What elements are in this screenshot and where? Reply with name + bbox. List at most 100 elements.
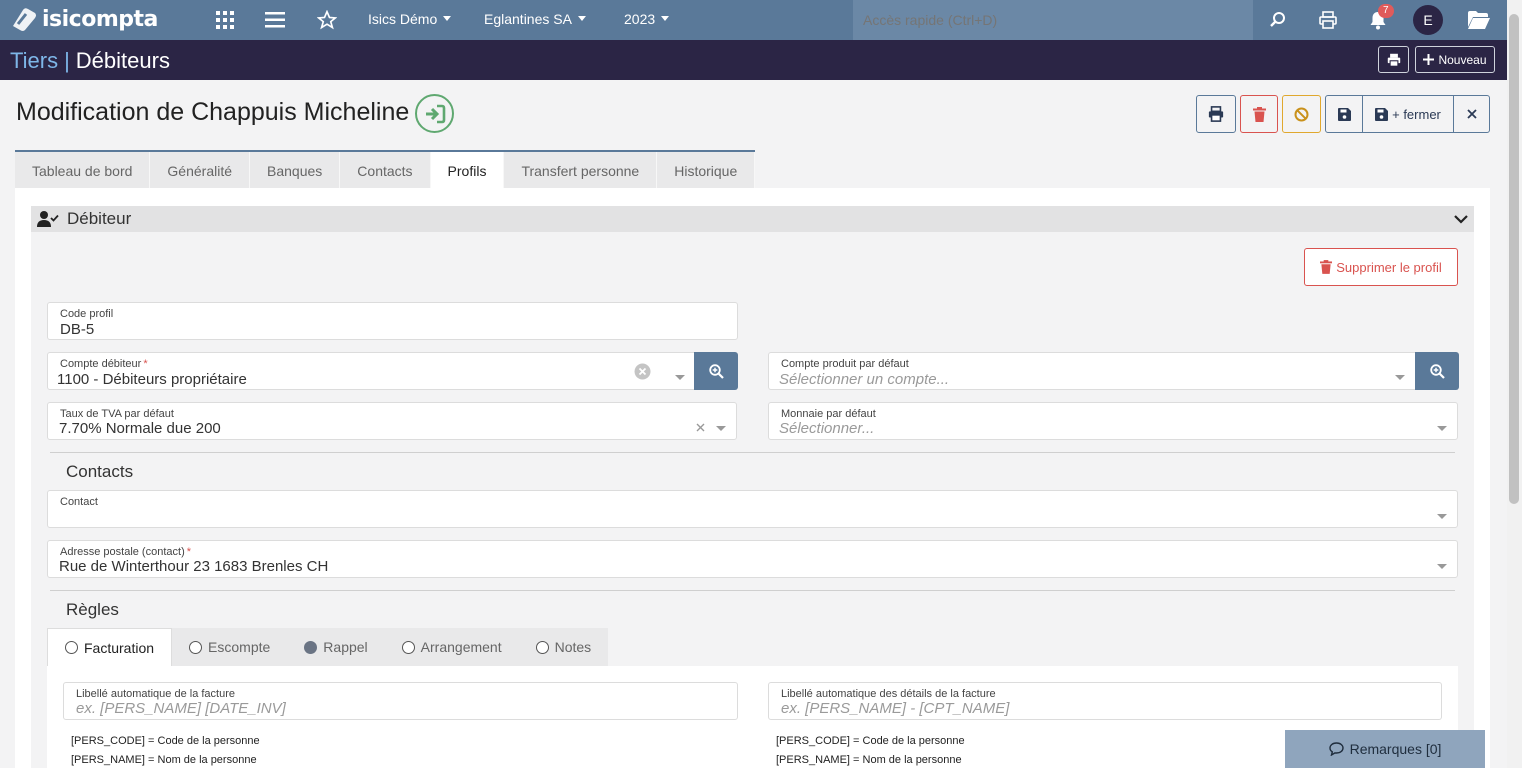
tab-generalite[interactable]: Généralité <box>150 152 251 190</box>
compte-debiteur-select[interactable]: Compte débiteur * 1100 - Débiteurs propri… <box>47 352 695 390</box>
monnaie-placeholder: Sélectionner... <box>779 420 875 437</box>
tab-banques[interactable]: Banques <box>250 152 341 190</box>
libelle-facture-input[interactable]: Libellé automatique de la facture ex. [P… <box>63 682 738 720</box>
tab-profils[interactable]: Profils <box>430 152 505 190</box>
app-logo[interactable]: isicompta <box>10 6 158 32</box>
user-avatar[interactable]: E <box>1413 5 1443 35</box>
radio-icon <box>535 640 549 654</box>
compte-produit-select[interactable]: Compte produit par défaut Sélectionner u… <box>768 352 1416 390</box>
taux-tva-label: Taux de TVA par défaut <box>60 408 174 420</box>
libelle-details-placeholder: ex. [PERS_NAME] - [CPT_NAME] <box>781 700 1010 717</box>
chevron-down-icon[interactable] <box>1454 214 1468 224</box>
monnaie-label: Monnaie par défaut <box>781 408 876 420</box>
company-dropdown[interactable]: Isics Démo <box>368 11 452 27</box>
help-line: [PERS_CODE] = Code de la personne <box>71 735 260 747</box>
help-line: [PERS_NAME] = Nom de la personne <box>776 754 962 766</box>
year-dropdown[interactable]: 2023 <box>624 11 670 27</box>
contact-label: Contact <box>60 496 98 508</box>
compte-produit-placeholder: Sélectionner un compte... <box>779 371 950 388</box>
delete-record-button[interactable] <box>1240 95 1278 133</box>
libelle-facture-placeholder: ex. [PERS_NAME] [DATE_INV] <box>76 700 286 717</box>
compte-debiteur-label-text: Compte débiteur <box>60 358 142 370</box>
radio-icon <box>401 640 415 654</box>
caret-down-icon <box>443 15 452 21</box>
adresse-postale-value: Rue de Winterthour 23 1683 Brenles CH <box>59 558 329 575</box>
dropdown-arrow-icon <box>1437 426 1447 431</box>
save-button[interactable] <box>1325 95 1363 133</box>
tab-arrangement[interactable]: Arrangement <box>384 628 519 666</box>
delete-profile-button[interactable]: Supprimer le profil <box>1304 248 1458 286</box>
compte-produit-search-button[interactable] <box>1415 352 1459 390</box>
remarks-button[interactable]: Remarques [0] <box>1285 730 1485 768</box>
zoom-in-icon <box>1429 363 1445 379</box>
floppy-disk-icon <box>1337 107 1351 121</box>
tab-tableau-de-bord[interactable]: Tableau de bord <box>15 152 151 190</box>
libelle-details-input[interactable]: Libellé automatique des détails de la fa… <box>768 682 1442 720</box>
breadcrumb-parent[interactable]: Tiers <box>10 48 58 73</box>
radio-icon <box>65 641 78 654</box>
dropdown-arrow-icon <box>1437 564 1447 569</box>
print-icon <box>1387 53 1401 67</box>
plus-icon <box>1423 54 1435 65</box>
clear-circle-icon[interactable] <box>634 363 651 380</box>
year-dropdown-label: 2023 <box>624 11 656 27</box>
regles-heading: Règles <box>66 600 119 619</box>
delete-profile-label: Supprimer le profil <box>1336 259 1442 275</box>
print-icon <box>1208 106 1224 122</box>
save-close-button[interactable]: + fermer <box>1362 95 1454 133</box>
logo-mark-icon <box>10 6 38 32</box>
print-record-button[interactable] <box>1196 95 1236 133</box>
print-list-button[interactable] <box>1378 46 1409 73</box>
trash-icon <box>1252 106 1266 122</box>
apps-grid-icon[interactable] <box>212 8 238 32</box>
tab-transfert-personne[interactable]: Transfert personne <box>504 152 658 190</box>
monnaie-select[interactable]: Monnaie par défaut Sélectionner... <box>768 402 1458 440</box>
entity-dropdown[interactable]: Eglantines SA <box>484 11 586 27</box>
entity-dropdown-label: Eglantines SA <box>484 11 572 27</box>
folder-open-icon[interactable] <box>1466 8 1492 32</box>
tab-escompte[interactable]: Escompte <box>172 628 288 666</box>
tab-contacts[interactable]: Contacts <box>340 152 431 190</box>
trash-icon <box>1320 260 1333 274</box>
tab-rappel-label: Rappel <box>323 639 368 655</box>
code-profil-value: DB-5 <box>60 321 95 338</box>
caret-down-icon <box>661 15 670 21</box>
new-button[interactable]: Nouveau <box>1415 46 1495 73</box>
go-to-record-button[interactable] <box>415 94 454 133</box>
quick-access-input[interactable] <box>853 0 1253 40</box>
record-tabs: Tableau de bord Généralité Banques Conta… <box>15 150 756 190</box>
debiteur-section-header[interactable]: Débiteur <box>31 206 1474 232</box>
compte-debiteur-search-button[interactable] <box>694 352 738 390</box>
required-marker: * <box>186 546 192 558</box>
logo-text: isicompta <box>42 6 158 32</box>
taux-tva-value: 7.70% Normale due 200 <box>59 420 221 437</box>
search-icon[interactable] <box>1265 8 1291 32</box>
tab-rappel[interactable]: Rappel <box>287 628 385 666</box>
libelle-details-label: Libellé automatique des détails de la fa… <box>781 688 996 700</box>
tab-arrangement-label: Arrangement <box>420 639 502 655</box>
compte-debiteur-label: Compte débiteur * <box>60 358 148 370</box>
breadcrumb: Tiers | Débiteurs <box>10 48 170 74</box>
divider <box>50 452 1455 453</box>
contact-select[interactable]: Contact <box>47 490 1458 528</box>
print-icon[interactable] <box>1315 8 1341 32</box>
hamburger-menu-icon[interactable] <box>262 8 288 32</box>
floppy-disk-icon <box>1375 107 1389 121</box>
scrollbar-thumb[interactable] <box>1509 14 1519 504</box>
tab-historique[interactable]: Historique <box>657 152 756 190</box>
deactivate-record-button[interactable] <box>1282 95 1321 133</box>
notification-count-badge: 7 <box>1378 4 1394 18</box>
taux-tva-select[interactable]: Taux de TVA par défaut 7.70% Normale due… <box>47 402 737 440</box>
code-profil-field[interactable]: Code profil DB-5 <box>47 302 738 340</box>
required-marker: * <box>143 358 148 370</box>
favorites-star-icon[interactable] <box>314 8 340 32</box>
close-button[interactable] <box>1453 95 1490 133</box>
tab-notes[interactable]: Notes <box>518 628 609 666</box>
tab-facturation[interactable]: Facturation <box>47 628 173 666</box>
libelle-facture-label: Libellé automatique de la facture <box>76 688 235 700</box>
adresse-postale-select[interactable]: Adresse postale (contact) * Rue de Winter… <box>47 540 1458 578</box>
dropdown-arrow-icon <box>716 426 726 431</box>
tab-escompte-label: Escompte <box>208 639 271 655</box>
page-title: Modification de Chappuis Micheline <box>16 98 410 126</box>
clear-x-icon[interactable] <box>696 423 705 432</box>
